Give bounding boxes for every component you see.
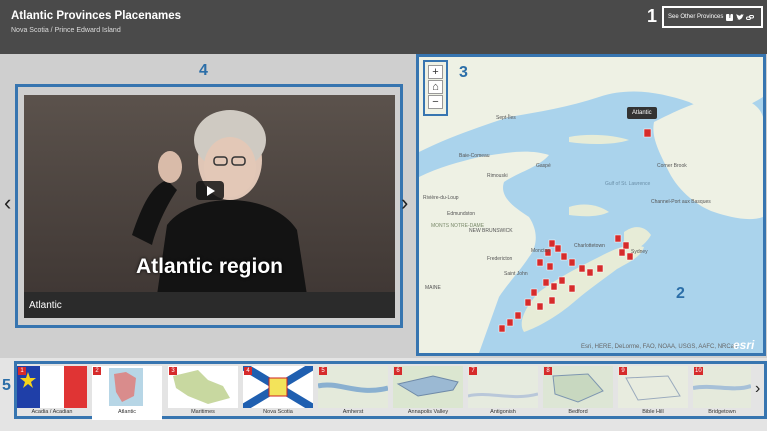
map-label-channel-port: Channel-Port aux Basques xyxy=(651,199,711,205)
thumbnail-3[interactable]: 3 Maritimes xyxy=(168,366,238,420)
page-title: Atlantic Provinces Placenames xyxy=(11,10,182,22)
thumbnail-label: Bible Hill xyxy=(642,409,664,415)
callout-2: 2 xyxy=(676,285,685,302)
map-label-riviere-du-loup: Rivière-du-Loup xyxy=(423,195,459,201)
video-caption: Atlantic region xyxy=(135,255,283,278)
annapolis-valley-map-image xyxy=(393,366,463,408)
page-subtitle: Nova Scotia / Prince Edward Island xyxy=(11,27,121,34)
thumbnail-label: Amherst xyxy=(342,409,364,415)
callout-4: 4 xyxy=(199,62,208,79)
thumbnail-10[interactable]: 10 Bridgetown xyxy=(693,366,751,420)
map-label-gaspe: Gaspé xyxy=(536,163,551,169)
map-label-baie-comeau: Baie-Comeau xyxy=(459,153,490,159)
map-panel[interactable]: Sept-Îles Baie-Comeau Rimouski Gaspé Riv… xyxy=(416,54,766,356)
video-title-bar: Atlantic xyxy=(24,292,395,318)
home-button[interactable]: ⌂ xyxy=(428,80,443,94)
thumbnail-badge: 4 xyxy=(244,367,252,375)
esri-logo: esri xyxy=(733,338,755,352)
next-arrow[interactable]: › xyxy=(401,192,408,214)
thumbnail-badge: 1 xyxy=(18,367,26,375)
zoom-out-button[interactable]: − xyxy=(428,95,443,109)
link-icon[interactable] xyxy=(746,14,755,21)
thumbnail-badge: 10 xyxy=(694,367,703,375)
map-label-gulf: Gulf of St. Lawrence xyxy=(605,181,651,187)
thumbnail-badge: 6 xyxy=(394,367,402,375)
thumbnail-badge: 9 xyxy=(619,367,627,375)
thumbnail-1[interactable]: 1 Acadia / Acadian xyxy=(17,366,87,420)
thumbnail-label: Atlantic xyxy=(117,409,137,415)
maritimes-map-image xyxy=(168,366,238,408)
thumbnail-6[interactable]: 6 Annapolis Valley xyxy=(393,366,463,420)
thumbnail-4[interactable]: 4 Nova Scotia xyxy=(243,366,313,420)
acadia-flag-image xyxy=(17,366,87,408)
twitter-icon[interactable] xyxy=(736,13,745,21)
callout-3: 3 xyxy=(459,64,468,81)
callout-5: 5 xyxy=(2,377,11,394)
thumbnail-label: Acadia / Acadian xyxy=(31,409,73,415)
video-panel: Atlantic region Atlantic xyxy=(15,84,403,328)
map-label-maine: MAINE xyxy=(425,285,442,291)
antigonish-map-image xyxy=(468,366,538,408)
thumbnail-badge: 3 xyxy=(169,367,177,375)
thumbnail-badge: 2 xyxy=(93,367,101,375)
share-bar: See Other Provinces f xyxy=(662,6,763,28)
previous-arrow[interactable]: ‹ xyxy=(4,192,11,214)
amherst-map-image xyxy=(318,366,388,408)
map-label-edmundston: Edmundston xyxy=(447,211,475,217)
map-label-sept-iles: Sept-Îles xyxy=(496,114,516,121)
app-header: Atlantic Provinces Placenames Nova Scoti… xyxy=(0,0,767,54)
thumbnail-8[interactable]: 8 Bedford xyxy=(543,366,613,420)
thumbnail-label: Bridgetown xyxy=(708,409,736,415)
bedford-map-image xyxy=(543,366,613,408)
thumbnail-2[interactable]: 2 Atlantic xyxy=(92,366,162,420)
thumbnail-next-arrow[interactable]: › xyxy=(755,380,760,398)
map-label-monts-notre-dame: MONTS NOTRE-DAME xyxy=(431,223,485,229)
thumbnail-label: Bedford xyxy=(568,409,588,415)
zoom-in-button[interactable]: + xyxy=(428,65,443,79)
callout-1: 1 xyxy=(647,6,658,26)
map-attribution: Esri, HERE, DeLorme, FAO, NOAA, USGS, AA… xyxy=(581,344,738,350)
map-canvas[interactable]: Sept-Îles Baie-Comeau Rimouski Gaspé Riv… xyxy=(419,57,763,353)
thumbnail-label: Nova Scotia xyxy=(263,409,293,415)
map-label-sydney: Sydney xyxy=(631,249,648,255)
map-tooltip: Atlantic xyxy=(627,107,657,119)
facebook-icon[interactable]: f xyxy=(726,13,734,21)
map-label-fredericton: Fredericton xyxy=(487,256,513,262)
thumbnail-label: Annapolis Valley xyxy=(407,409,449,415)
thumbnail-badge: 8 xyxy=(544,367,552,375)
bible-hill-map-image xyxy=(618,366,688,408)
nova-scotia-flag-image xyxy=(243,366,313,408)
map-label-rimouski: Rimouski xyxy=(487,173,508,179)
map-label-charlottetown: Charlottetown xyxy=(574,243,605,249)
play-button[interactable] xyxy=(196,181,224,200)
thumbnail-label: Maritimes xyxy=(191,409,215,415)
map-label-moncton: Moncton xyxy=(531,248,550,254)
thumbnail-label: Antigonish xyxy=(490,409,516,415)
map-zoom-controls: + ⌂ − xyxy=(423,60,448,116)
map-label-saint-john: Saint John xyxy=(504,271,528,277)
thumbnail-5[interactable]: 5 Amherst xyxy=(318,366,388,420)
atlantic-map-image xyxy=(92,366,162,408)
thumbnail-9[interactable]: 9 Bible Hill xyxy=(618,366,688,420)
thumbnail-badge: 5 xyxy=(319,367,327,375)
video-player[interactable]: Atlantic region xyxy=(24,95,395,315)
map-label-corner-brook: Corner Brook xyxy=(657,163,687,169)
thumbnail-badge: 7 xyxy=(469,367,477,375)
thumbnail-7[interactable]: 7 Antigonish xyxy=(468,366,538,420)
see-other-provinces-link[interactable]: See Other Provinces xyxy=(668,14,723,20)
